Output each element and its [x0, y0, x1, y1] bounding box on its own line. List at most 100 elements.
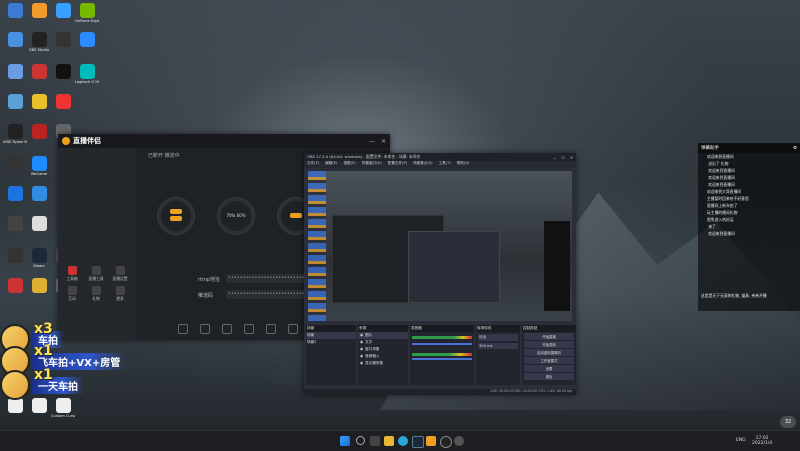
app-icon: [31, 248, 47, 263]
obs-control-button[interactable]: 启动虚拟摄像机: [524, 349, 574, 356]
desktop-icon[interactable]: WeGame: [27, 156, 51, 176]
eye-icon[interactable]: ◉: [360, 361, 363, 365]
desktop-icon[interactable]: [3, 94, 27, 110]
obs-control-button[interactable]: 开始录制: [524, 341, 574, 348]
assistant-tool[interactable]: 直播设置: [110, 266, 130, 282]
obs-menu-item[interactable]: 视图(V): [343, 161, 355, 168]
obs-menu-item[interactable]: 工具(T): [439, 161, 451, 168]
toolbar-icon[interactable]: [288, 324, 298, 334]
preview-nested-chat: [544, 221, 570, 311]
eye-icon[interactable]: ◉: [360, 333, 363, 337]
minimize-icon[interactable]: —: [369, 138, 375, 145]
explorer-icon[interactable]: [384, 436, 394, 446]
obs-control-button[interactable]: 开始直播: [524, 333, 574, 340]
scene-item[interactable]: 场景2: [306, 339, 356, 346]
obs-menu-item[interactable]: 停靠窗口(D): [362, 161, 382, 168]
eye-icon[interactable]: ◉: [360, 347, 363, 351]
obs-menu-item[interactable]: 帮助(H): [457, 161, 470, 168]
desktop-icon[interactable]: AMD Ryzen Master: [3, 124, 27, 144]
close-icon[interactable]: ✕: [381, 138, 386, 145]
desktop-icon[interactable]: Steam: [27, 248, 51, 268]
toolbar-icon[interactable]: [244, 324, 254, 334]
obs-control-button[interactable]: 设置: [524, 365, 574, 372]
assistant-tool[interactable]: 更多: [110, 286, 130, 302]
source-item[interactable]: ◉ 显示器采集: [358, 360, 408, 367]
desktop-icon[interactable]: [3, 186, 27, 202]
source-item[interactable]: ◉ 音频输入: [358, 353, 408, 360]
assistant-tool[interactable]: 工具箱: [62, 266, 82, 282]
close-icon[interactable]: ✕: [570, 155, 573, 160]
start-icon[interactable]: [340, 436, 350, 446]
desktop-icon[interactable]: [3, 156, 27, 172]
obs-menubar: 文件(F) 编辑(E) 视图(V) 停靠窗口(D) 配置文件(P) 场景集合(S) 工具(T…: [304, 161, 576, 168]
assistant-app-icon[interactable]: [426, 436, 436, 446]
desktop-icon[interactable]: [3, 64, 27, 80]
transition-select[interactable]: 淡出: [478, 334, 518, 341]
obs-menu-item[interactable]: 场景集合(S): [413, 161, 432, 168]
desktop-icon[interactable]: [27, 398, 51, 414]
desktop-icon[interactable]: Logitech G HUB: [75, 64, 99, 84]
desktop-icon[interactable]: [51, 32, 75, 48]
assistant-tool[interactable]: 互动: [62, 286, 82, 302]
desktop-icon[interactable]: [51, 3, 75, 19]
gift-sticker: x3 车拍: [0, 321, 64, 354]
desktop-icon[interactable]: [51, 64, 75, 80]
obs-menu-item[interactable]: 文件(F): [307, 161, 319, 168]
taskview-icon[interactable]: [370, 436, 380, 446]
desktop-icon[interactable]: [27, 64, 51, 80]
desktop-icon[interactable]: [27, 124, 51, 140]
steam-icon[interactable]: [412, 436, 424, 448]
eye-icon[interactable]: ◉: [360, 340, 363, 344]
desktop-icon[interactable]: [3, 32, 27, 48]
toolbar-icon[interactable]: [178, 324, 188, 334]
source-item[interactable]: ◉ 图片: [358, 332, 408, 339]
app-icon[interactable]: [454, 436, 464, 446]
minimize-icon[interactable]: —: [553, 155, 557, 160]
edge-icon[interactable]: [398, 436, 408, 446]
assistant-tool[interactable]: 直播工具: [86, 266, 106, 282]
desktop-icon[interactable]: OBS Studio: [27, 32, 51, 52]
source-item[interactable]: ◉ 窗口采集: [358, 346, 408, 353]
obs-control-button[interactable]: 退出: [524, 373, 574, 380]
step-circle-1: [158, 198, 194, 234]
obs-app-icon[interactable]: [440, 436, 452, 448]
desktop-icon[interactable]: [27, 186, 51, 202]
obs-control-button[interactable]: 工作室模式: [524, 357, 574, 364]
clock[interactable]: 17:02 2022/1/4: [752, 436, 772, 446]
obs-menu-item[interactable]: 编辑(E): [325, 161, 337, 168]
toolbar-icon[interactable]: [200, 324, 210, 334]
desktop-icon[interactable]: [27, 216, 51, 232]
toolbar-icon[interactable]: [266, 324, 276, 334]
search-icon[interactable]: [356, 436, 365, 445]
desktop-icon[interactable]: [27, 94, 51, 110]
maximize-icon[interactable]: ☐: [561, 155, 564, 160]
desktop-icon[interactable]: [27, 3, 51, 19]
desktop-icon[interactable]: [3, 3, 27, 19]
volume-slider[interactable]: [412, 343, 472, 345]
assistant-tool[interactable]: 礼物: [86, 286, 106, 302]
app-icon: [7, 248, 23, 263]
desktop-icon[interactable]: [75, 32, 99, 48]
desktop-icon[interactable]: [3, 248, 27, 264]
desktop-icon[interactable]: [3, 398, 27, 414]
desktop-icon[interactable]: [3, 216, 27, 232]
settings-icon[interactable]: ⚙: [793, 146, 797, 151]
desktop-icon[interactable]: GeForce Experience: [75, 3, 99, 23]
toolbar-icon[interactable]: [222, 324, 232, 334]
assistant-logo-icon: [62, 137, 70, 145]
language-indicator[interactable]: ENG: [736, 438, 746, 443]
app-icon: [7, 186, 23, 201]
volume-slider[interactable]: [412, 358, 472, 360]
scene-item[interactable]: 场景: [306, 332, 356, 339]
desktop-icon[interactable]: Custom Cursor: [51, 398, 75, 418]
desktop-icon[interactable]: [27, 278, 51, 294]
transition-duration[interactable]: 300 ms: [478, 343, 518, 349]
app-icon: [55, 64, 71, 79]
eye-icon[interactable]: ◉: [360, 354, 363, 358]
app-icon: [7, 124, 23, 139]
desktop-icon[interactable]: [51, 94, 75, 110]
obs-menu-item[interactable]: 配置文件(P): [388, 161, 407, 168]
scenes-dock: 场景 场景 场景2: [306, 325, 356, 385]
source-item[interactable]: ◉ 文字: [358, 339, 408, 346]
desktop-icon[interactable]: [3, 278, 27, 294]
